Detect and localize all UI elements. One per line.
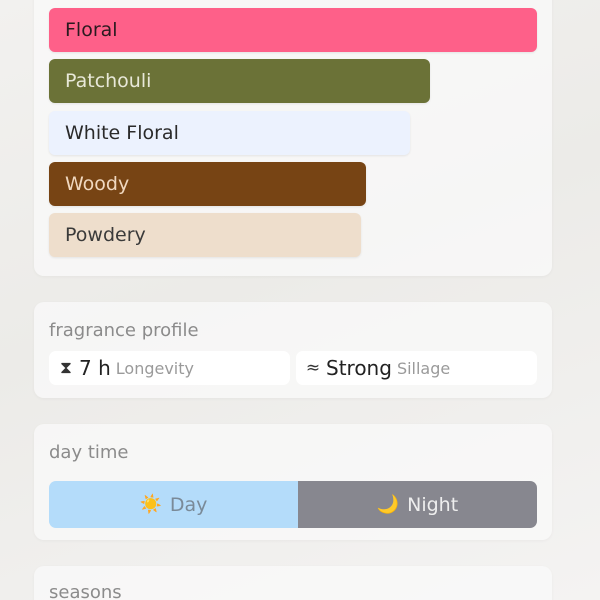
accord-bar: Powdery: [49, 213, 361, 257]
day-segment[interactable]: ☀️ Day: [49, 481, 298, 528]
day-time-title: day time: [49, 442, 129, 463]
fragrance-profile-title: fragrance profile: [49, 320, 199, 341]
accord-label: Woody: [65, 173, 130, 195]
waves-icon: ≈: [305, 358, 321, 378]
longevity-metric: ⧗ 7 h Longevity: [49, 351, 290, 385]
sillage-label: Sillage: [396, 358, 451, 378]
day-label: Day: [169, 493, 208, 516]
sillage-metric: ≈ Strong Sillage: [296, 351, 537, 385]
moon-icon: 🌙: [376, 494, 400, 515]
accord-label: Powdery: [65, 224, 146, 246]
night-label: Night: [407, 493, 459, 516]
accord-label: Floral: [65, 19, 118, 41]
accord-bar: White Floral: [49, 111, 410, 155]
accords-card: Floral Patchouli White Floral Woody Powdery: [34, 0, 552, 276]
seasons-title: seasons: [49, 582, 122, 600]
day-night-bar: ☀️ Day 🌙 Night: [49, 481, 537, 528]
accord-label: White Floral: [65, 122, 179, 144]
seasons-card: seasons: [34, 566, 552, 600]
night-segment[interactable]: 🌙 Night: [297, 481, 537, 528]
longevity-value: 7 h: [79, 356, 111, 380]
accord-bar: Patchouli: [49, 59, 430, 103]
fragrance-profile-card: fragrance profile ⧗ 7 h Longevity ≈ Stro…: [34, 302, 552, 398]
sillage-value: Strong: [326, 356, 392, 380]
longevity-label: Longevity: [115, 358, 194, 378]
accord-bar: Woody: [49, 162, 366, 206]
accord-label: Patchouli: [65, 70, 152, 92]
day-time-card: day time ☀️ Day 🌙 Night: [34, 424, 552, 540]
sun-icon: ☀️: [139, 494, 162, 515]
hourglass-icon: ⧗: [60, 358, 72, 378]
accord-bar: Floral: [49, 8, 537, 52]
